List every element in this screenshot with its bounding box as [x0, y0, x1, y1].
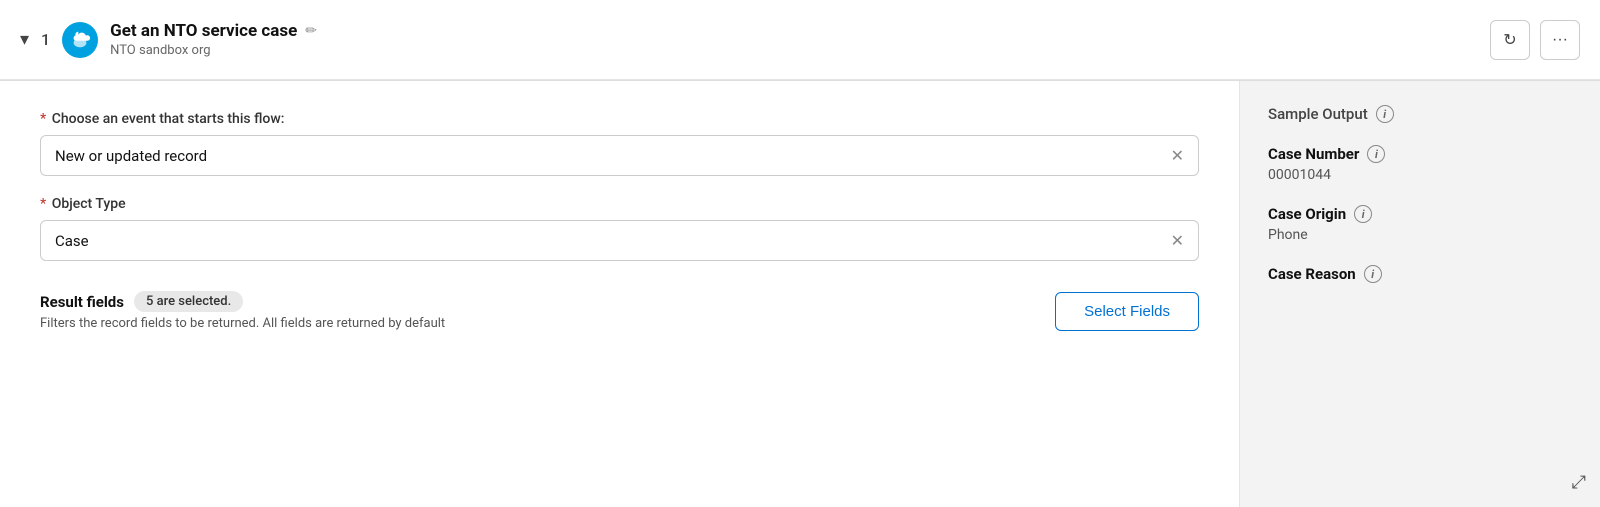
result-fields-label: Result fields — [40, 293, 124, 311]
chevron-down-icon[interactable]: ▾ — [20, 29, 29, 50]
result-fields-left: Result fields 5 are selected. Filters th… — [40, 291, 445, 331]
left-panel: * Choose an event that starts this flow:… — [0, 81, 1240, 507]
selected-count-badge: 5 are selected. — [134, 291, 243, 312]
case-number-label: Case Number i — [1268, 145, 1572, 163]
object-type-field-group: * Object Type Case ✕ — [40, 196, 1199, 261]
case-reason-field: Case Reason i — [1268, 265, 1572, 287]
step-number: 1 — [41, 30, 50, 49]
edit-icon[interactable]: ✏ — [305, 23, 317, 39]
event-input-value: New or updated record — [55, 147, 1171, 165]
header-left: ▾ 1 Get an NTO service case ✏ NTO sandbo… — [20, 21, 317, 58]
event-label: * Choose an event that starts this flow: — [40, 111, 1199, 127]
header-title-group: Get an NTO service case ✏ NTO sandbox or… — [110, 21, 317, 58]
case-reason-info-icon[interactable]: i — [1364, 265, 1382, 283]
main-content: * Choose an event that starts this flow:… — [0, 81, 1600, 507]
sample-output-info-icon[interactable]: i — [1376, 105, 1394, 123]
case-origin-label: Case Origin i — [1268, 205, 1572, 223]
event-field-group: * Choose an event that starts this flow:… — [40, 111, 1199, 176]
salesforce-logo — [62, 22, 98, 58]
select-fields-button[interactable]: Select Fields — [1055, 292, 1199, 331]
title-text: Get an NTO service case — [110, 21, 297, 41]
object-type-input-box[interactable]: Case ✕ — [40, 220, 1199, 261]
sample-output-title: Sample Output — [1268, 105, 1368, 123]
required-star: * — [40, 111, 46, 127]
case-number-value: 00001044 — [1268, 167, 1572, 183]
object-type-input-value: Case — [55, 232, 1171, 250]
header: ▾ 1 Get an NTO service case ✏ NTO sandbo… — [0, 0, 1600, 80]
result-fields-top: Result fields 5 are selected. — [40, 291, 445, 312]
object-type-label: * Object Type — [40, 196, 1199, 212]
case-number-field: Case Number i 00001044 — [1268, 145, 1572, 183]
header-title: Get an NTO service case ✏ — [110, 21, 317, 41]
case-number-info-icon[interactable]: i — [1367, 145, 1385, 163]
object-type-clear-icon[interactable]: ✕ — [1171, 231, 1184, 250]
sample-output-header: Sample Output i — [1268, 105, 1572, 123]
header-right: ↻ ··· — [1490, 20, 1580, 60]
result-fields-desc: Filters the record fields to be returned… — [40, 316, 445, 331]
refresh-button[interactable]: ↻ — [1490, 20, 1530, 60]
expand-icon[interactable]: ⤢ — [1572, 472, 1586, 493]
case-reason-label: Case Reason i — [1268, 265, 1572, 283]
required-star-2: * — [40, 196, 46, 212]
case-origin-value: Phone — [1268, 227, 1572, 243]
more-options-button[interactable]: ··· — [1540, 20, 1580, 60]
right-panel: Sample Output i Case Number i 00001044 C… — [1240, 81, 1600, 507]
event-clear-icon[interactable]: ✕ — [1171, 146, 1184, 165]
result-fields-row: Result fields 5 are selected. Filters th… — [40, 291, 1199, 331]
event-input-box[interactable]: New or updated record ✕ — [40, 135, 1199, 176]
case-origin-info-icon[interactable]: i — [1354, 205, 1372, 223]
header-subtitle: NTO sandbox org — [110, 43, 317, 58]
case-origin-field: Case Origin i Phone — [1268, 205, 1572, 243]
